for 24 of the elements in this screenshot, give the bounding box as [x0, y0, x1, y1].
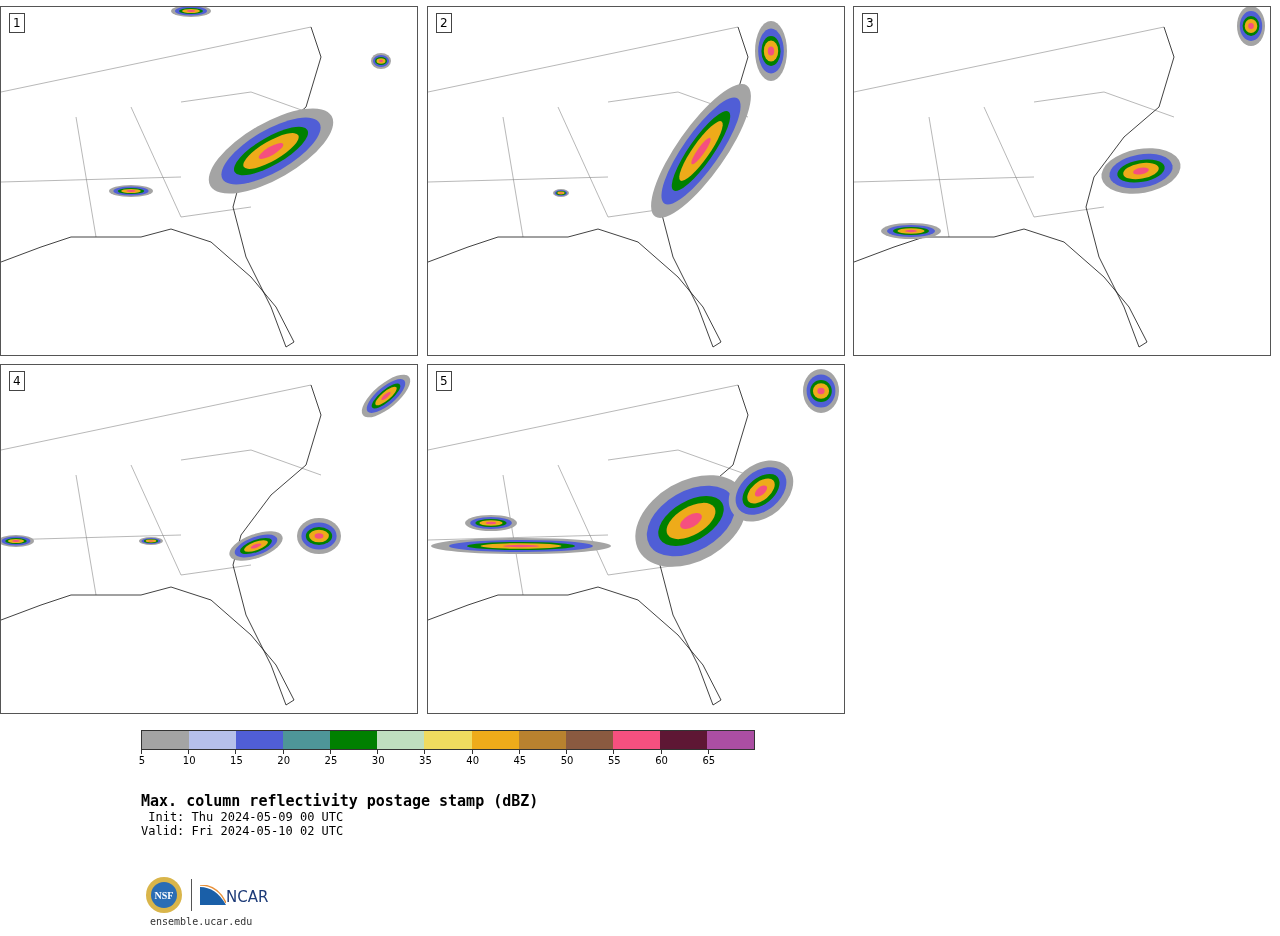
- member-number: 5: [436, 371, 452, 391]
- ncar-logo: NCAR: [200, 885, 269, 905]
- chart-title: Max. column reflectivity postage stamp (dBZ): [141, 792, 540, 810]
- tick-label: 60: [655, 755, 668, 767]
- tick-label: 35: [419, 755, 432, 767]
- tick-label: 65: [702, 755, 716, 767]
- member-number: 3: [862, 13, 878, 33]
- tick-label: 40: [466, 755, 479, 767]
- tick-label: 50: [560, 755, 574, 767]
- member-number: 1: [9, 13, 25, 33]
- member-number: 2: [436, 13, 452, 33]
- tick-label: 10: [182, 755, 196, 767]
- tick-label: 20: [277, 755, 291, 767]
- valid-time: Valid: Fri 2024-05-10 02 UTC: [141, 824, 345, 838]
- init-time: Init: Thu 2024-05-09 00 UTC: [147, 810, 345, 824]
- tick-label: 25: [324, 755, 338, 767]
- tick-label: 15: [230, 755, 243, 767]
- website-url: ensemble.ucar.edu: [150, 916, 254, 928]
- tick-label: 45: [513, 755, 527, 767]
- tick-label: 30: [371, 755, 385, 767]
- tick-label: 5: [138, 755, 146, 767]
- tick-label: 55: [608, 755, 621, 767]
- member-number: 4: [9, 371, 25, 391]
- nsf-logo: NSF: [145, 876, 183, 914]
